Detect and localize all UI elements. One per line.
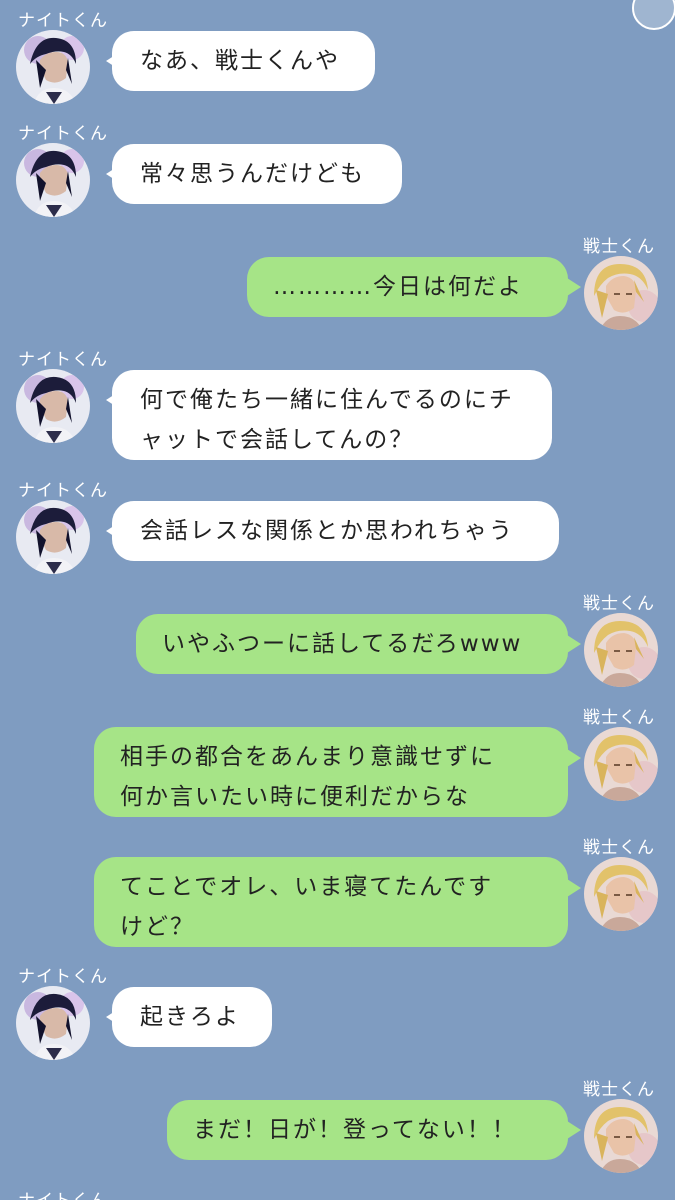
sender-name: ナイトくん xyxy=(18,967,108,987)
sender-name: ナイトくん xyxy=(18,1186,108,1200)
blond-character-avatar-icon[interactable] xyxy=(584,727,658,801)
message-bubble[interactable]: いやふつーに話してるだろwww xyxy=(136,614,568,674)
sender-name: 戦士くん xyxy=(583,594,655,614)
sender-name: ナイトくん xyxy=(18,350,108,370)
sender-name: 戦士くん xyxy=(583,1080,655,1100)
sender-name: 戦士くん xyxy=(583,237,655,257)
dark-haired-character-avatar-icon[interactable] xyxy=(16,986,90,1060)
dark-haired-character-avatar-icon[interactable] xyxy=(16,143,90,217)
message-bubble[interactable]: …………今日は何だよ xyxy=(247,257,568,317)
message-bubble[interactable]: 起きろよ xyxy=(112,987,272,1047)
message-bubble[interactable]: 会話レスな関係とか思われちゃう xyxy=(112,501,559,561)
sender-name: 戦士くん xyxy=(583,838,655,858)
message-bubble[interactable]: 常々思うんだけども xyxy=(112,144,402,204)
message-bubble[interactable]: てことでオレ、いま寝てたんです けど？ xyxy=(94,857,568,947)
bubble-tail xyxy=(567,635,581,653)
blond-character-avatar-icon[interactable] xyxy=(584,256,658,330)
bubble-tail xyxy=(567,278,581,296)
message-bubble[interactable]: 相手の都合をあんまり意識せずに 何か言いたい時に便利だからな xyxy=(94,727,568,817)
message-bubble[interactable]: 何で俺たち一緒に住んでるのにチャットで会話してんの？ xyxy=(112,370,552,460)
dark-haired-character-avatar-icon[interactable] xyxy=(16,369,90,443)
scroll-top-button[interactable] xyxy=(632,0,675,30)
blond-character-avatar-icon[interactable] xyxy=(584,1099,658,1173)
sender-name: ナイトくん xyxy=(18,124,108,144)
message-bubble[interactable]: まだ！日が！登ってない！！ xyxy=(167,1100,568,1160)
blond-character-avatar-icon[interactable] xyxy=(584,613,658,687)
bubble-tail xyxy=(567,879,581,897)
bubble-tail xyxy=(567,1121,581,1139)
chat-view[interactable]: ナイトくん なあ、戦士くんや ナイトくん 常々思うんだけども 戦士くん …………… xyxy=(0,0,675,1200)
dark-haired-character-avatar-icon[interactable] xyxy=(16,500,90,574)
sender-name: ナイトくん xyxy=(18,481,108,501)
message-bubble[interactable]: なあ、戦士くんや xyxy=(112,31,375,91)
dark-haired-character-avatar-icon[interactable] xyxy=(16,30,90,104)
blond-character-avatar-icon[interactable] xyxy=(584,857,658,931)
sender-name: 戦士くん xyxy=(583,708,655,728)
sender-name: ナイトくん xyxy=(18,11,108,31)
bubble-tail xyxy=(567,749,581,767)
